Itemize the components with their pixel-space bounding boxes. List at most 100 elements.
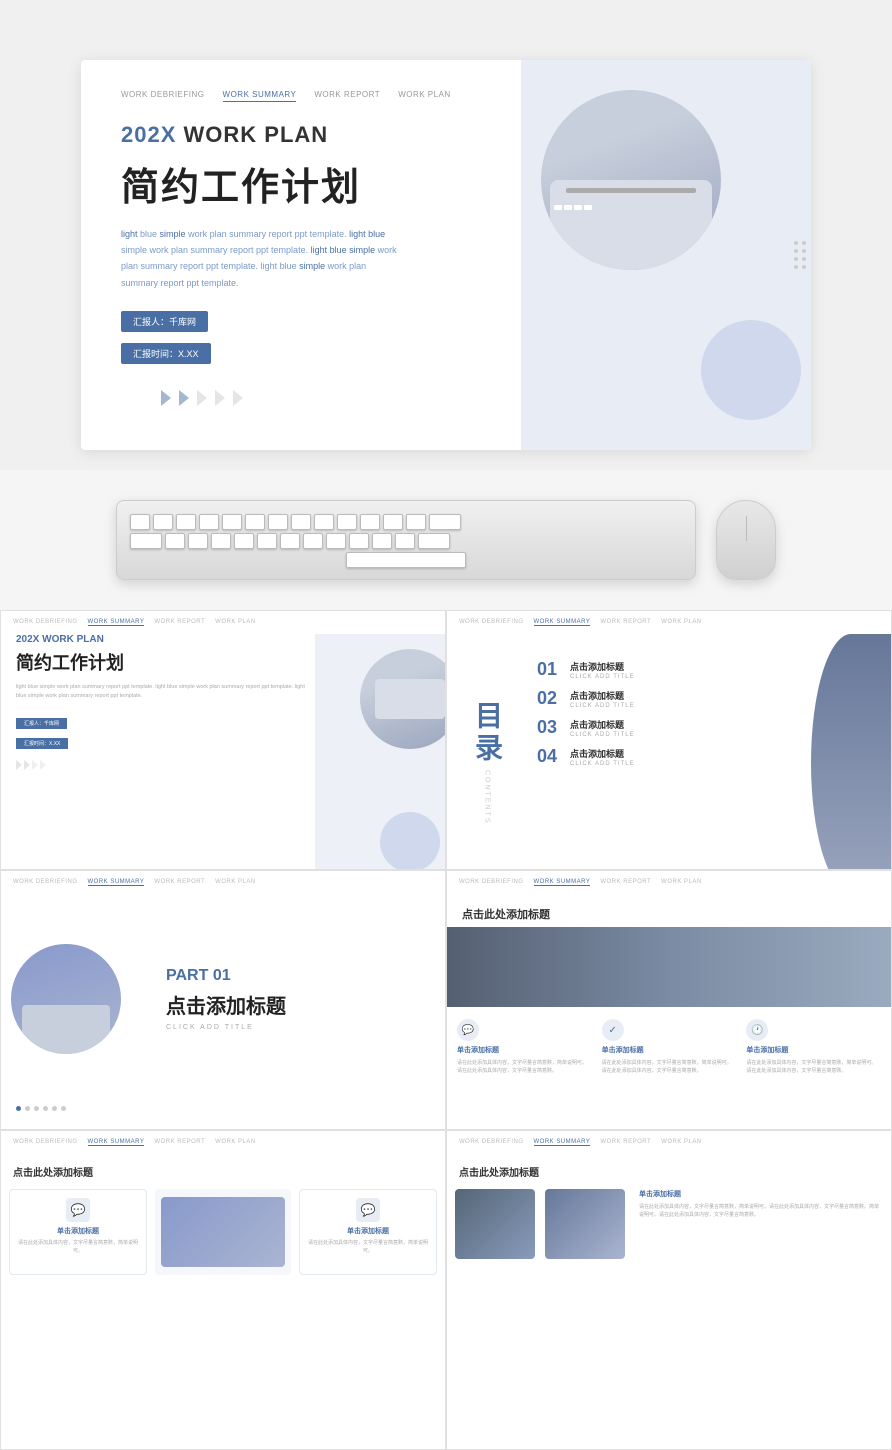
s4-nav-debriefing: WORK DEBRIEFING: [13, 879, 78, 886]
key: [257, 533, 277, 549]
toc-item-2: 02 点击添加标题 CLICK ADD TITLE: [537, 688, 801, 709]
slide4-nav: WORK DEBRIEFING WORK SUMMARY WORK REPORT…: [1, 871, 445, 894]
hero-reporter-tag: 汇报人：千库网: [121, 311, 208, 332]
slide2-title-zh: 简约工作计划: [16, 649, 305, 675]
dot-1: [16, 1106, 21, 1111]
s3-nav-summary: WORK SUMMARY: [534, 619, 591, 626]
s3-nav-report: WORK REPORT: [600, 619, 651, 626]
s4-nav-report: WORK REPORT: [154, 879, 205, 886]
slide7-text: 单击添加标题 请在此处添加具体内容，文字尽量言简意赅，简单说明可。请在此处添加具…: [635, 1189, 883, 1259]
slide2-title-en: 202X WORK PLAN: [16, 634, 305, 645]
chat-icon: 💬: [457, 1019, 479, 1041]
s2-nav-plan: WORK PLAN: [215, 619, 256, 626]
toc-title-3: 点击添加标题: [570, 718, 801, 731]
hero-slide: WORK DEBRIEFING WORK SUMMARY WORK REPORT…: [81, 60, 811, 450]
slide2-arrows: [16, 760, 305, 770]
toc-main: 目录 CONTENTS 01 点击添加标题 CLICK ADD TITLE 02…: [447, 634, 891, 870]
nav-item-summary[interactable]: WORK SUMMARY: [223, 90, 297, 102]
s6-nav-summary: WORK SUMMARY: [88, 1139, 145, 1146]
arrow-5: [233, 390, 243, 406]
slide7-header: 点击此处添加标题: [447, 1154, 891, 1184]
bottom-card-1: 💬 单击添加标题 请在此处添加具体内容，文字尽量言简意赅，简单说明可。: [9, 1189, 147, 1275]
icon3-title: 单击添加标题: [746, 1045, 788, 1055]
key: [291, 514, 311, 530]
slide2-left: 202X WORK PLAN 简约工作计划 light blue simple …: [1, 634, 315, 870]
key: [188, 533, 208, 549]
slide-toc: WORK DEBRIEFING WORK SUMMARY WORK REPORT…: [446, 610, 892, 870]
nav-item-debriefing[interactable]: WORK DEBRIEFING: [121, 90, 205, 102]
key: [314, 514, 334, 530]
slides-grid: WORK DEBRIEFING WORK SUMMARY WORK REPORT…: [0, 610, 892, 1450]
key: [165, 533, 185, 549]
bottom-card-3: 💬 单击添加标题 请在此处添加具体内容，文字尽量言简意赅，简单说明可。: [299, 1189, 437, 1275]
key: [153, 514, 173, 530]
slide2-desc: light blue simple work plan summary repo…: [16, 683, 305, 702]
slide2-time: 汇报时间：X.XX: [16, 738, 68, 749]
key: [130, 514, 150, 530]
part01-text: PART 01 点击添加标题 CLICK ADD TITLE: [131, 947, 435, 1051]
nav-item-plan[interactable]: WORK PLAN: [398, 90, 451, 102]
key: [303, 533, 323, 549]
dot-3: [34, 1106, 39, 1111]
slide7-content: 单击添加标题 请在此处添加具体内容，文字尽量言简意赅，简单说明可。请在此处添加具…: [447, 1184, 891, 1264]
key: [176, 514, 196, 530]
s2-nav-debriefing: WORK DEBRIEFING: [13, 619, 78, 626]
slide4-content: PART 01 点击添加标题 CLICK ADD TITLE: [1, 894, 445, 1104]
keyboard-visual: [116, 500, 696, 580]
key: [199, 514, 219, 530]
toc-sub-2: CLICK ADD TITLE: [570, 703, 801, 709]
s5-nav-report: WORK REPORT: [600, 879, 651, 886]
slide7-title: 单击添加标题: [639, 1189, 879, 1199]
toc-item-3: 03 点击添加标题 CLICK ADD TITLE: [537, 717, 801, 738]
slide-part01: WORK DEBRIEFING WORK SUMMARY WORK REPORT…: [0, 870, 446, 1130]
slide-content-icons: WORK DEBRIEFING WORK SUMMARY WORK REPORT…: [446, 870, 892, 1130]
key: [406, 514, 426, 530]
slide-bottom-left: WORK DEBRIEFING WORK SUMMARY WORK REPORT…: [0, 1130, 446, 1450]
s6-nav-plan: WORK PLAN: [215, 1139, 256, 1146]
dot-2: [25, 1106, 30, 1111]
clock-icon: 🕐: [746, 1019, 768, 1041]
toc-num-2: 02: [537, 688, 562, 709]
toc-sub-4: CLICK ADD TITLE: [570, 761, 801, 767]
part01-sub: CLICK ADD TITLE: [166, 1024, 420, 1031]
toc-num-4: 04: [537, 746, 562, 767]
part01-title: 点击添加标题: [166, 990, 420, 1019]
bottom-card1-title: 单击添加标题: [57, 1226, 99, 1236]
dots-row: [1, 1098, 81, 1119]
keyboard-section: [0, 470, 892, 610]
s4-nav-summary: WORK SUMMARY: [88, 879, 145, 886]
icon2-desc: 请在此处添加具体内容，文字尽量言简意赅，简单说明可。请在此处添加具体内容，文字尽…: [602, 1059, 737, 1075]
key: [360, 514, 380, 530]
s7-nav-plan: WORK PLAN: [661, 1139, 702, 1146]
key: [349, 533, 369, 549]
toc-title-4: 点击添加标题: [570, 747, 801, 760]
bottom-card2-img: [161, 1197, 285, 1267]
bottom-card1-icon: 💬: [66, 1198, 90, 1222]
mouse-visual: [716, 500, 776, 580]
s2-nav-report: WORK REPORT: [154, 619, 205, 626]
slide2-right: [315, 634, 445, 870]
hero-right-visual: [521, 60, 811, 450]
nav-item-report[interactable]: WORK REPORT: [314, 90, 380, 102]
s2-nav-summary: WORK SUMMARY: [88, 619, 145, 626]
slide2-circle: [360, 649, 445, 749]
slide7-nav: WORK DEBRIEFING WORK SUMMARY WORK REPORT…: [447, 1131, 891, 1154]
slide7-img2: [545, 1189, 625, 1259]
s5-nav-debriefing: WORK DEBRIEFING: [459, 879, 524, 886]
s7-nav-summary: WORK SUMMARY: [534, 1139, 591, 1146]
toc-image: [811, 634, 891, 870]
toc-text-2: 点击添加标题 CLICK ADD TITLE: [570, 689, 801, 709]
s6-nav-report: WORK REPORT: [154, 1139, 205, 1146]
icon-box-2: ✓ 单击添加标题 请在此处添加具体内容，文字尽量言简意赅，简单说明可。请在此处添…: [602, 1019, 737, 1075]
icon2-title: 单击添加标题: [602, 1045, 644, 1055]
slide2-content: 202X WORK PLAN 简约工作计划 light blue simple …: [1, 634, 445, 870]
s5-nav-summary: WORK SUMMARY: [534, 879, 591, 886]
icon1-title: 单击添加标题: [457, 1045, 499, 1055]
check-icon: ✓: [602, 1019, 624, 1041]
bottom-card3-icon: 💬: [356, 1198, 380, 1222]
slide6-cards: 💬 单击添加标题 请在此处添加具体内容，文字尽量言简意赅，简单说明可。 💬 单击…: [1, 1184, 445, 1280]
toc-item-4: 04 点击添加标题 CLICK ADD TITLE: [537, 746, 801, 767]
key: [245, 514, 265, 530]
slide6-header: 点击此处添加标题: [1, 1154, 445, 1184]
s6-nav-debriefing: WORK DEBRIEFING: [13, 1139, 78, 1146]
